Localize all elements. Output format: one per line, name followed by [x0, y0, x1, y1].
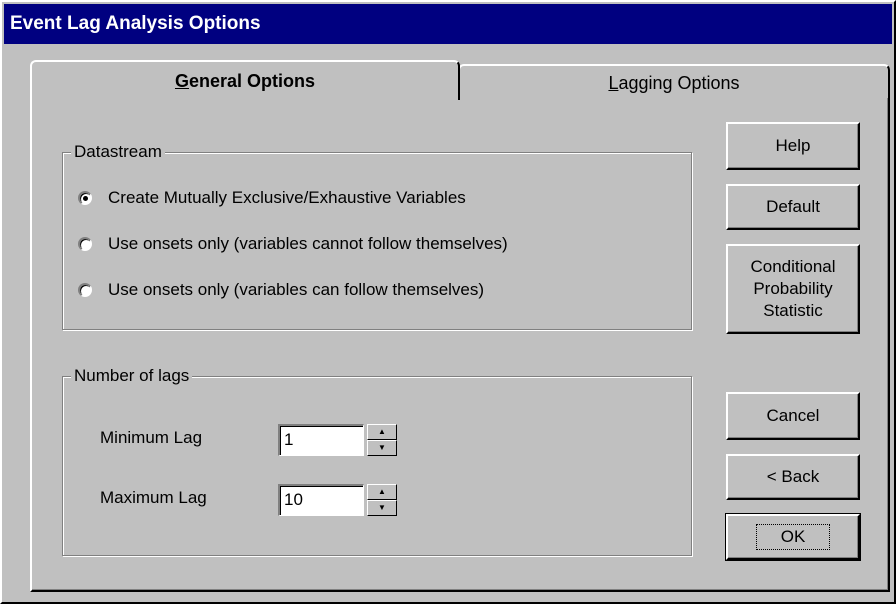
tab-lagging-label: Lagging Options — [608, 73, 739, 93]
tab-lagging-options[interactable]: Lagging Options — [458, 64, 890, 98]
radio-label: Use onsets only (variables can follow th… — [108, 280, 485, 299]
title-bar: Event Lag Analysis Options — [4, 4, 892, 44]
minimum-lag-label: Minimum Lag — [100, 428, 203, 447]
lags-legend: Number of lags — [71, 365, 193, 387]
conditional-probability-statistic-button[interactable]: Conditional Probability Statistic — [726, 244, 860, 334]
cancel-button[interactable]: Cancel — [726, 392, 860, 440]
ok-button-label: OK — [755, 524, 831, 550]
help-button[interactable]: Help — [726, 122, 860, 170]
radio-label: Use onsets only (variables cannot follow… — [108, 234, 508, 253]
tab-general-options[interactable]: General Options — [30, 60, 460, 100]
radio-onsets-can-follow[interactable]: Use onsets only (variables can follow th… — [78, 278, 484, 302]
up-arrow-icon[interactable]: ▲ — [367, 424, 397, 440]
minimum-lag-spinner[interactable]: ▲ ▼ — [367, 424, 397, 456]
number-of-lags-group: Number of lags — [62, 365, 692, 556]
radio-label: Create Mutually Exclusive/Exhaustive Var… — [108, 188, 466, 207]
maximum-lag-input[interactable]: 10 — [278, 484, 364, 516]
radio-button-selected[interactable] — [78, 191, 92, 205]
ok-button[interactable]: OK — [725, 513, 861, 561]
cps-line-3: Statistic — [763, 301, 823, 320]
radio-onsets-cannot-follow[interactable]: Use onsets only (variables cannot follow… — [78, 232, 508, 256]
radio-button[interactable] — [78, 283, 92, 297]
tab-general-rest: eneral Options — [188, 71, 316, 91]
datastream-legend: Datastream — [71, 141, 165, 163]
cps-line-1: Conditional — [750, 257, 836, 276]
tab-lagging-accel: L — [608, 73, 619, 93]
minimum-lag-input[interactable]: 1 — [278, 424, 364, 456]
radio-mutually-exclusive[interactable]: Create Mutually Exclusive/Exhaustive Var… — [78, 186, 466, 210]
tab-general-label: General Options — [175, 71, 315, 91]
default-button[interactable]: Default — [726, 184, 860, 230]
back-button[interactable]: < Back — [726, 454, 860, 500]
down-arrow-icon[interactable]: ▼ — [367, 440, 397, 456]
up-arrow-icon[interactable]: ▲ — [367, 484, 397, 500]
maximum-lag-spinner[interactable]: ▲ ▼ — [367, 484, 397, 516]
maximum-lag-label: Maximum Lag — [100, 488, 207, 507]
radio-button[interactable] — [78, 237, 92, 251]
cps-line-2: Probability — [753, 279, 833, 298]
down-arrow-icon[interactable]: ▼ — [367, 500, 397, 516]
tab-general-accel: G — [174, 71, 189, 91]
tab-lagging-rest: agging Options — [618, 73, 740, 93]
